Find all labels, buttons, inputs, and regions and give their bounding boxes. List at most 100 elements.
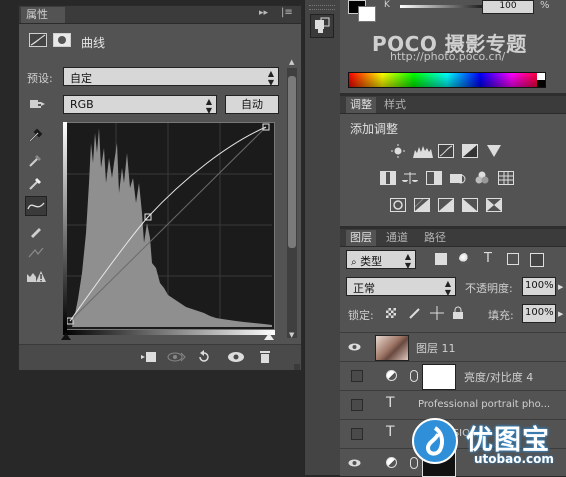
- layer-name[interactable]: 亮度/对比度 4: [464, 369, 533, 385]
- chain-link-icon[interactable]: [410, 370, 418, 382]
- clipping-warning-icon[interactable]: [25, 268, 47, 286]
- eye-icon[interactable]: [348, 341, 361, 353]
- lock-position-icon[interactable]: [430, 306, 444, 320]
- layer-row[interactable]: 亮度/对比度 4: [340, 361, 566, 390]
- layers-tabbar: 图层 通道 路径: [340, 229, 566, 247]
- scroll-up-arrow-icon[interactable]: ▲: [289, 58, 294, 66]
- visibility-toggle[interactable]: [351, 370, 363, 382]
- white-point-slider[interactable]: [264, 333, 274, 340]
- lock-image-icon[interactable]: [408, 306, 422, 320]
- preset-select[interactable]: 自定 ▲ ▼: [63, 67, 279, 87]
- collapse-icon[interactable]: ▸▸: [259, 8, 268, 18]
- vibrance-icon[interactable]: [486, 144, 502, 158]
- layer-row[interactable]: 图层 11: [340, 332, 566, 361]
- opacity-dropdown-arrow-icon[interactable]: ▶: [558, 283, 563, 291]
- brightness-icon[interactable]: [390, 144, 406, 158]
- curve-graph[interactable]: [63, 122, 275, 330]
- photo-filter-icon[interactable]: [450, 171, 466, 185]
- adjustments-tabbar: 调整 样式: [340, 96, 566, 114]
- threshold-icon[interactable]: [438, 198, 454, 212]
- posterize-icon[interactable]: [414, 198, 430, 212]
- filter-adjustment-icon[interactable]: [459, 253, 471, 265]
- text-layer-icon: T: [386, 395, 395, 411]
- curves-icon[interactable]: [438, 144, 454, 158]
- tab-adjustments[interactable]: 调整: [346, 97, 376, 113]
- filter-shape-icon[interactable]: [507, 253, 519, 265]
- hand-target-icon[interactable]: [27, 96, 47, 112]
- updown-arrow-icon: ▲ ▼: [444, 279, 451, 297]
- black-point-slider[interactable]: [61, 333, 71, 340]
- tab-layers[interactable]: 图层: [346, 230, 376, 246]
- black-white-icon[interactable]: [426, 171, 442, 185]
- filter-type-icon[interactable]: T: [484, 251, 492, 266]
- mask-icon[interactable]: [53, 33, 71, 47]
- fill-dropdown-arrow-icon[interactable]: ▶: [558, 310, 563, 318]
- invert-icon[interactable]: [390, 198, 406, 212]
- k-channel-label: K: [384, 0, 390, 10]
- panel-menu-icon[interactable]: |≡: [281, 7, 293, 18]
- properties-panel: 属性 ▸▸ |≡ 曲线 预设: 自定 ▲ ▼ RGB ▲ ▼ 自动 ▲ ▼: [18, 5, 302, 370]
- selective-color-icon[interactable]: [486, 198, 502, 212]
- k-unit: %: [540, 0, 550, 11]
- black-eyedropper-icon[interactable]: [27, 126, 45, 144]
- lock-all-icon[interactable]: [452, 306, 464, 320]
- layer-filter-select[interactable]: ⌕ 类型 ▲ ▼: [346, 250, 416, 270]
- toggle-visibility-icon[interactable]: [227, 350, 245, 364]
- adjustment-layer-icon: [386, 457, 397, 468]
- tab-properties[interactable]: 属性: [21, 7, 65, 23]
- input-gradient-bar: [63, 330, 275, 335]
- gradient-map-icon[interactable]: [462, 198, 478, 212]
- properties-dock-icon[interactable]: [310, 14, 334, 38]
- k-value-field[interactable]: 100: [482, 0, 534, 14]
- eye-icon[interactable]: [348, 457, 361, 469]
- opacity-label: 不透明度:: [465, 282, 513, 295]
- properties-tabbar: 属性 ▸▸ |≡: [19, 6, 301, 24]
- edit-points-curve-icon[interactable]: [25, 196, 47, 216]
- hue-saturation-icon[interactable]: [380, 171, 396, 185]
- panel-resize-grip[interactable]: [294, 364, 300, 370]
- filter-pixel-icon[interactable]: [435, 253, 447, 265]
- scrollbar-thumb[interactable]: [288, 76, 296, 248]
- tab-paths[interactable]: 路径: [420, 230, 450, 246]
- updown-arrow-icon: ▲ ▼: [205, 97, 212, 115]
- tab-channels[interactable]: 通道: [382, 230, 412, 246]
- add-adjustment-label: 添加调整: [350, 122, 399, 136]
- channel-mixer-icon[interactable]: [474, 171, 490, 185]
- layer-row[interactable]: T Professional portrait pho...: [340, 390, 566, 419]
- updown-arrow-icon: ▲ ▼: [404, 252, 411, 270]
- background-color-swatch[interactable]: [358, 6, 376, 22]
- auto-button[interactable]: 自动: [225, 95, 279, 114]
- k-slider-track[interactable]: [400, 5, 494, 8]
- blend-mode-select[interactable]: 正常 ▲ ▼: [346, 277, 456, 297]
- layer-name[interactable]: 图层 11: [416, 340, 456, 356]
- updown-arrow-icon: ▲ ▼: [267, 69, 274, 87]
- smooth-curve-icon[interactable]: [27, 244, 45, 262]
- visibility-toggle[interactable]: [351, 399, 363, 411]
- blend-mode-value: 正常: [353, 282, 375, 295]
- color-balance-icon[interactable]: [402, 171, 418, 185]
- channel-value: RGB: [70, 98, 94, 111]
- reset-icon[interactable]: [197, 350, 211, 364]
- fill-field[interactable]: 100%: [522, 304, 556, 323]
- tab-styles[interactable]: 样式: [380, 97, 410, 113]
- view-previous-icon[interactable]: [167, 350, 186, 364]
- lock-transparent-icon[interactable]: [386, 308, 396, 318]
- curves-adjustment-icon: [29, 33, 47, 47]
- layer-name[interactable]: Professional portrait pho...: [418, 399, 550, 410]
- white-eyedropper-icon[interactable]: [27, 174, 45, 192]
- gray-eyedropper-icon[interactable]: [27, 151, 45, 169]
- adjustment-layer-icon: [386, 370, 397, 381]
- delete-trash-icon[interactable]: [259, 349, 271, 364]
- pencil-draw-icon[interactable]: [27, 222, 45, 240]
- scroll-down-arrow-icon[interactable]: ▼: [289, 331, 294, 339]
- opacity-field[interactable]: 100%: [522, 277, 556, 296]
- exposure-icon[interactable]: [462, 144, 478, 158]
- filter-smart-object-icon[interactable]: [530, 253, 544, 267]
- clip-to-layer-icon[interactable]: [141, 351, 156, 363]
- color-spectrum[interactable]: [348, 72, 546, 88]
- visibility-toggle[interactable]: [351, 428, 363, 440]
- levels-icon[interactable]: [413, 144, 433, 158]
- layer-thumbnail: [375, 335, 409, 361]
- color-lookup-icon[interactable]: [498, 171, 514, 185]
- channel-select[interactable]: RGB ▲ ▼: [63, 95, 217, 115]
